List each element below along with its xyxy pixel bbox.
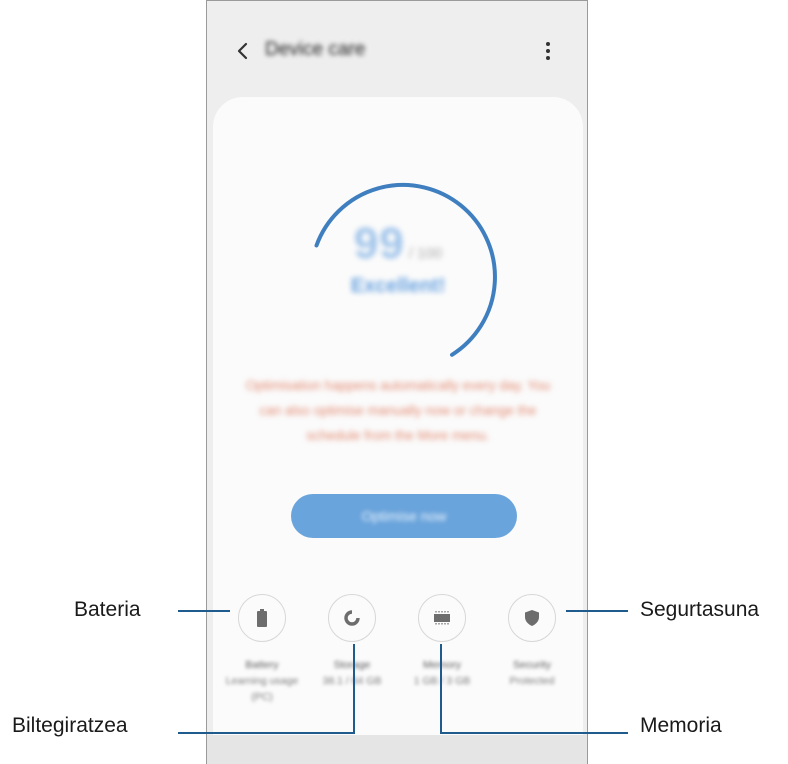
- battery-callout-line: [178, 610, 230, 612]
- memory-label: Memory 1 GB / 3 GB: [399, 657, 485, 689]
- battery-label: Battery Learning usage (PC): [219, 657, 305, 705]
- storage-label: Storage 38.1 / 64 GB: [309, 657, 395, 689]
- memory-callout: Memoria: [640, 714, 722, 737]
- battery-title: Battery: [245, 659, 279, 671]
- bottom-bar: [207, 735, 587, 764]
- battery-callout: Bateria: [74, 598, 141, 621]
- memory-callout-line-horizontal: [440, 732, 628, 734]
- phone-screen: Device care 99/ 100 Excellent! Optimisat…: [206, 0, 588, 764]
- battery-detail: Learning usage (PC): [225, 675, 299, 703]
- memory-callout-line-vertical: [440, 644, 442, 734]
- security-label: Security Protected: [489, 657, 575, 689]
- memory-detail: 1 GB / 3 GB: [413, 675, 471, 687]
- storage-button[interactable]: [328, 594, 376, 642]
- security-callout: Segurtasuna: [640, 598, 760, 621]
- memory-title: Memory: [399, 657, 485, 673]
- score-value: 99: [353, 219, 405, 268]
- storage-pie-icon: [344, 610, 360, 626]
- shield-icon: [525, 610, 539, 626]
- app-bar: Device care: [207, 19, 587, 83]
- description-text: Optimisation happens automatically every…: [245, 378, 551, 443]
- memory-button[interactable]: [418, 594, 466, 642]
- optimize-now-label: Optimise now: [361, 508, 447, 524]
- security-detail: Protected: [509, 675, 555, 687]
- score-status: Excellent!: [350, 275, 446, 297]
- memory-chip-icon: [434, 611, 450, 625]
- optimize-now-button[interactable]: Optimise now: [291, 494, 517, 538]
- more-options-icon[interactable]: [543, 39, 553, 63]
- storage-callout-line-horizontal: [178, 732, 355, 734]
- storage-title: Storage: [333, 659, 371, 671]
- storage-detail: 38.1 / 64 GB: [322, 675, 382, 687]
- score-display: 99/ 100: [213, 219, 583, 269]
- storage-callout: Biltegiratzea: [12, 714, 128, 737]
- score-max: / 100: [408, 245, 443, 262]
- back-icon[interactable]: [233, 39, 253, 63]
- storage-callout-line-vertical: [353, 644, 355, 734]
- battery-button[interactable]: [238, 594, 286, 642]
- security-callout-line: [566, 610, 628, 612]
- security-title: Security: [513, 659, 551, 671]
- app-title: Device care: [265, 39, 366, 60]
- security-button[interactable]: [508, 594, 556, 642]
- battery-icon: [257, 609, 267, 627]
- device-care-card: 99/ 100 Excellent! Optimisation happens …: [213, 97, 583, 764]
